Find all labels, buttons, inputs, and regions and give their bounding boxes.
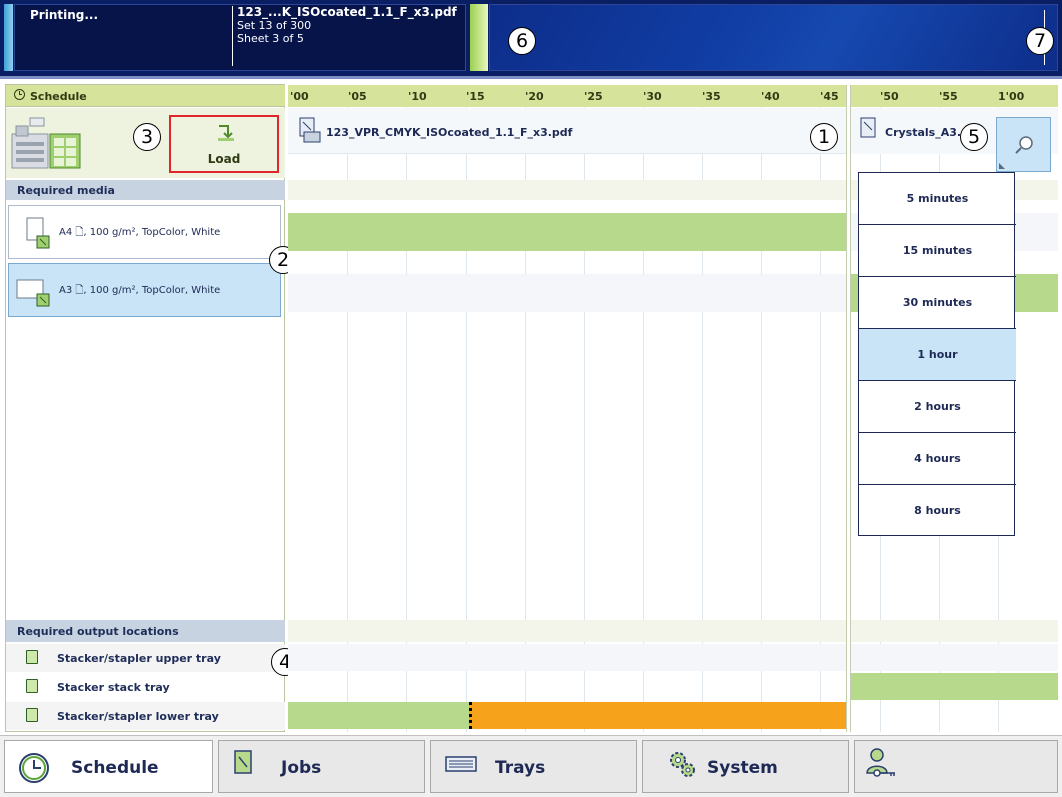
user-key-icon — [866, 748, 895, 777]
load-label: Load — [207, 152, 241, 166]
nav-system-label: System — [707, 758, 778, 778]
tick-label: '30 — [643, 90, 662, 103]
media-row-a3[interactable]: A3 🗋, 100 g/m², TopColor, White — [8, 263, 281, 317]
callout-7: 7 — [1026, 27, 1054, 55]
media-label: A3 🗋, 100 g/m², TopColor, White — [59, 285, 221, 296]
tick-label: '45 — [820, 90, 839, 103]
nav-schedule-label: Schedule — [71, 758, 159, 778]
output-row-stack[interactable]: Stacker stack tray — [6, 673, 285, 701]
load-button[interactable]: Load — [169, 115, 279, 173]
stack-tray-icon — [26, 679, 38, 693]
jobs-icon — [234, 750, 252, 774]
tick-label: '20 — [525, 90, 544, 103]
dropdown-corner-icon — [999, 163, 1005, 169]
stack-tray-bar[interactable] — [851, 673, 1058, 700]
output-header-band — [288, 620, 1058, 642]
magnifier-icon — [1015, 136, 1033, 154]
nav-trays-label: Trays — [495, 758, 546, 778]
media-label: A4 🗋, 100 g/m², TopColor, White — [59, 227, 221, 238]
zoom-option-8-hours[interactable]: 8 hours — [859, 485, 1016, 537]
document-icon — [860, 117, 876, 138]
a4-usage-bar[interactable] — [288, 213, 846, 251]
lower-tray-bar-done[interactable] — [288, 702, 470, 729]
tick-label: '55 — [939, 90, 958, 103]
media-row-a4[interactable]: A4 🗋, 100 g/m², TopColor, White — [8, 205, 281, 259]
callout-5: 5 — [960, 123, 988, 151]
tick-label: '35 — [702, 90, 721, 103]
paper-sheet-icon — [16, 279, 50, 307]
schedule-header: Schedule — [6, 85, 285, 107]
callout-3: 3 — [133, 123, 161, 151]
tick-label: '25 — [584, 90, 603, 103]
gears-icon — [670, 752, 695, 777]
print-job-icon — [299, 117, 321, 143]
zoom-option-5-minutes[interactable]: 5 minutes — [859, 173, 1016, 225]
lower-tray-bar-active[interactable] — [472, 702, 846, 729]
required-media-header: Required media — [6, 180, 285, 200]
output-row-upper[interactable]: Stacker/stapler upper tray — [6, 644, 285, 672]
timeline-header: '00 '05 '10 '15 '20 '25 '30 '35 '40 '45 … — [288, 85, 1058, 107]
zoom-option-1-hour[interactable]: 1 hour — [859, 329, 1016, 381]
printing-status: Printing... — [30, 8, 99, 22]
nav-jobs[interactable]: Jobs — [218, 740, 425, 793]
required-output-title: Required output locations — [17, 625, 179, 638]
schedule-title: Schedule — [30, 90, 87, 103]
tick-label: '10 — [408, 90, 427, 103]
current-job-name: 123_...K_ISOcoated_1.1_F_x3.pdf — [237, 5, 457, 19]
upper-tray-band — [288, 644, 1058, 671]
tick-label: '40 — [761, 90, 780, 103]
zoom-option-2-hours[interactable]: 2 hours — [859, 381, 1016, 433]
nav-trays[interactable]: Trays — [430, 740, 637, 793]
required-media-title: Required media — [17, 184, 115, 197]
clock-icon — [19, 753, 49, 783]
nav-jobs-label: Jobs — [281, 758, 322, 778]
tick-label: '00 — [290, 90, 309, 103]
sheet-progress: Sheet 3 of 5 — [237, 32, 304, 45]
callout-1: 1 — [810, 123, 838, 151]
zoom-option-4-hours[interactable]: 4 hours — [859, 433, 1016, 485]
zoom-option-15-minutes[interactable]: 15 minutes — [859, 225, 1016, 277]
job-2-name: Crystals_A3. — [885, 126, 962, 139]
callout-6: 6 — [508, 27, 536, 55]
nav-system[interactable]: System — [642, 740, 849, 793]
job-1-name: 123_VPR_CMYK_ISOcoated_1.1_F_x3.pdf — [326, 126, 573, 139]
output-label: Stacker/stapler upper tray — [57, 652, 221, 665]
tick-label: '05 — [348, 90, 367, 103]
current-job-info: 123_...K_ISOcoated_1.1_F_x3.pdf Set 13 o… — [232, 6, 464, 66]
nav-schedule[interactable]: Schedule — [4, 740, 213, 793]
nav-user[interactable] — [854, 740, 1058, 793]
printer-icon — [11, 117, 81, 169]
job-row-1[interactable]: 123_VPR_CMYK_ISOcoated_1.1_F_x3.pdf — [288, 108, 846, 154]
stapler-tray-icon — [26, 708, 38, 722]
status-strip — [4, 4, 13, 71]
top-separator — [0, 76, 1062, 79]
load-arrow-icon — [218, 125, 234, 141]
set-progress: Set 13 of 300 — [237, 19, 312, 32]
output-row-lower[interactable]: Stacker/stapler lower tray — [6, 702, 285, 730]
zoom-button[interactable] — [996, 117, 1051, 172]
message-panel[interactable] — [489, 4, 1058, 71]
required-output-header: Required output locations — [6, 620, 285, 642]
clock-icon — [14, 89, 25, 100]
paper-sheet-icon — [26, 217, 50, 249]
bottom-navigation: Schedule Jobs Trays System — [0, 735, 1062, 797]
output-label: Stacker stack tray — [57, 681, 170, 694]
tick-label: '50 — [880, 90, 899, 103]
stapler-tray-icon — [26, 650, 38, 664]
zoom-option-30-minutes[interactable]: 30 minutes — [859, 277, 1016, 329]
queue-strip — [470, 4, 488, 71]
timeline-divider — [846, 85, 851, 732]
output-label: Stacker/stapler lower tray — [57, 710, 219, 723]
trays-icon — [445, 756, 477, 772]
tick-label: 1'00 — [998, 90, 1025, 103]
zoom-dropdown: 5 minutes 15 minutes 30 minutes 1 hour 2… — [858, 172, 1016, 537]
tick-label: '15 — [466, 90, 485, 103]
